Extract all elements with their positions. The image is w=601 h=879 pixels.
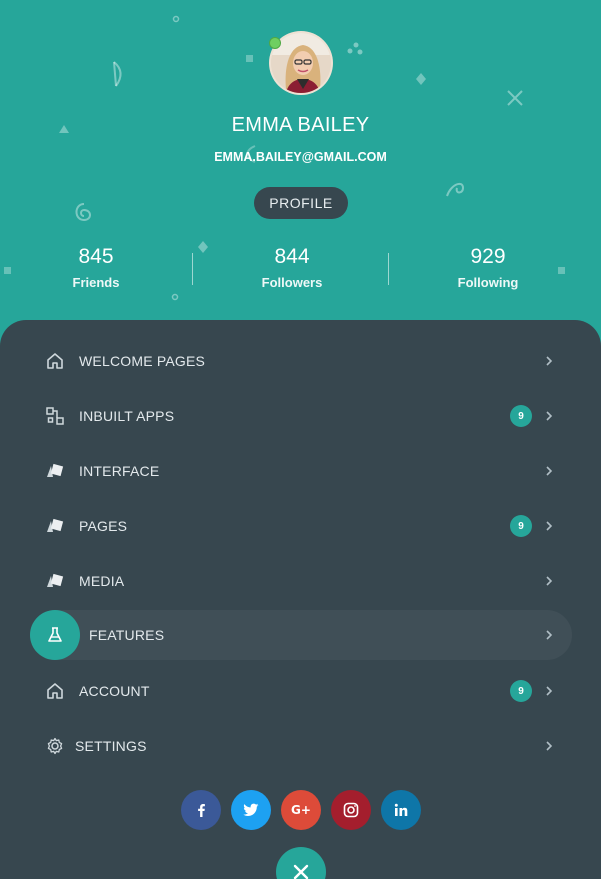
instagram-icon — [343, 802, 359, 818]
profile-header: EMMA BAILEY EMMA.BAILEY@GMAIL.COM PROFIL… — [0, 0, 601, 340]
menu-item-label: INTERFACE — [79, 463, 160, 479]
menu-item-label: WELCOME PAGES — [79, 353, 206, 369]
chevron-right-icon — [543, 354, 555, 368]
chevron-right-icon — [543, 628, 555, 642]
chevron-right-icon — [543, 684, 555, 698]
menu-item-label: PAGES — [79, 518, 128, 534]
menu-item-inbuilt-apps[interactable]: INBUILT APPS 9 — [0, 391, 601, 441]
profile-button[interactable]: PROFILE — [254, 187, 348, 219]
menu-item-account[interactable]: ACCOUNT 9 — [0, 666, 601, 716]
menu-item-interface[interactable]: INTERFACE — [0, 446, 601, 496]
decor-shape — [347, 42, 363, 55]
decor-shape — [416, 73, 426, 85]
chevron-right-icon — [543, 409, 555, 423]
facebook-icon — [198, 804, 205, 817]
chevron-right-icon — [543, 519, 555, 533]
facebook-button[interactable] — [181, 790, 221, 830]
stat-label: Followers — [261, 275, 323, 290]
avatar[interactable] — [269, 31, 333, 95]
chevron-right-icon — [543, 739, 555, 753]
decor-shape — [446, 182, 465, 197]
count-badge: 9 — [510, 680, 532, 702]
stat-friends[interactable]: 845 Friends — [16, 244, 176, 290]
menu-item-label: FEATURES — [89, 627, 165, 643]
stat-following[interactable]: 929 Following — [408, 244, 568, 290]
gear-icon — [45, 736, 65, 756]
home-icon — [45, 351, 65, 371]
chevron-right-icon — [543, 574, 555, 588]
menu-item-label: MEDIA — [79, 573, 125, 589]
divider — [192, 253, 193, 285]
decor-shape — [4, 267, 11, 274]
instagram-button[interactable] — [331, 790, 371, 830]
divider — [388, 253, 389, 285]
stat-label: Following — [457, 275, 519, 290]
menu-item-label: SETTINGS — [75, 738, 147, 754]
flask-icon — [30, 610, 80, 660]
stat-followers[interactable]: 844 Followers — [212, 244, 372, 290]
layers-icon — [45, 516, 65, 536]
google-plus-icon: G+ — [291, 803, 311, 817]
menu-item-label: INBUILT APPS — [79, 408, 175, 424]
user-email: EMMA.BAILEY@GMAIL.COM — [214, 150, 387, 164]
home-icon — [45, 681, 65, 701]
stat-value: 929 — [470, 245, 506, 268]
menu-item-settings[interactable]: SETTINGS — [0, 721, 601, 771]
linkedin-icon — [394, 803, 408, 816]
online-status-icon — [269, 37, 281, 49]
layers-icon — [45, 461, 65, 481]
user-name: EMMA BAILEY — [231, 114, 370, 136]
menu-item-label: ACCOUNT — [79, 683, 150, 699]
twitter-icon — [243, 803, 259, 816]
linkedin-button[interactable] — [381, 790, 421, 830]
menu-item-features[interactable]: FEATURES — [0, 610, 601, 660]
menu-item-media[interactable]: MEDIA — [0, 556, 601, 606]
count-badge: 9 — [510, 405, 532, 427]
stat-value: 845 — [78, 245, 114, 268]
menu-item-pages[interactable]: PAGES 9 — [0, 501, 601, 551]
menu-item-welcome-pages[interactable]: WELCOME PAGES — [0, 336, 601, 386]
count-badge: 9 — [510, 515, 532, 537]
stat-label: Friends — [72, 275, 120, 290]
decor-shape — [198, 241, 208, 253]
apps-icon — [45, 406, 65, 426]
layers-icon — [45, 571, 65, 591]
close-icon — [293, 864, 309, 879]
google-plus-button[interactable]: G+ — [281, 790, 321, 830]
stat-value: 844 — [274, 245, 310, 268]
chevron-right-icon — [543, 464, 555, 478]
decor-shape — [171, 293, 179, 301]
twitter-button[interactable] — [231, 790, 271, 830]
decor-shape — [75, 203, 91, 222]
decor-shape — [507, 90, 523, 106]
decor-shape — [113, 61, 122, 87]
decor-shape — [172, 15, 180, 23]
decor-shape — [246, 55, 253, 62]
